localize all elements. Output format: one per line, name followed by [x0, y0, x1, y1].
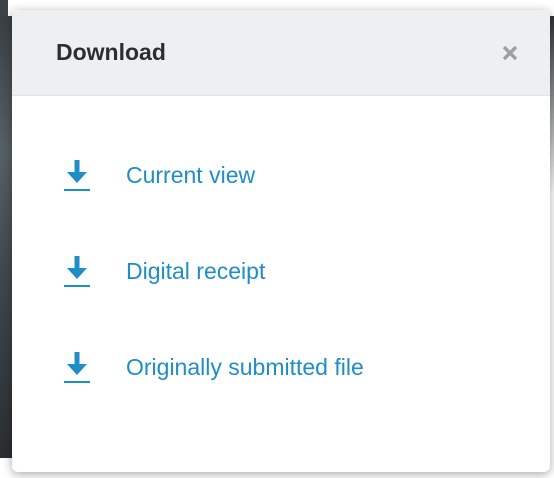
dialog-body: Current view Digital receipt Originally … [12, 96, 550, 391]
download-option-label: Current view [126, 161, 256, 188]
download-icon [62, 254, 92, 288]
download-icon [62, 350, 92, 384]
download-dialog: Download Current view Digital receipt Or… [12, 10, 550, 472]
close-button[interactable] [498, 41, 522, 65]
download-icon [62, 158, 92, 192]
download-original-file-option[interactable]: Originally submitted file [12, 343, 550, 391]
dialog-title: Download [56, 39, 166, 65]
dialog-header: Download [12, 10, 550, 96]
download-option-label: Digital receipt [126, 257, 266, 284]
close-icon [502, 45, 518, 60]
download-option-label: Originally submitted file [126, 353, 364, 380]
download-current-view-option[interactable]: Current view [12, 151, 550, 199]
download-digital-receipt-option[interactable]: Digital receipt [12, 247, 550, 295]
